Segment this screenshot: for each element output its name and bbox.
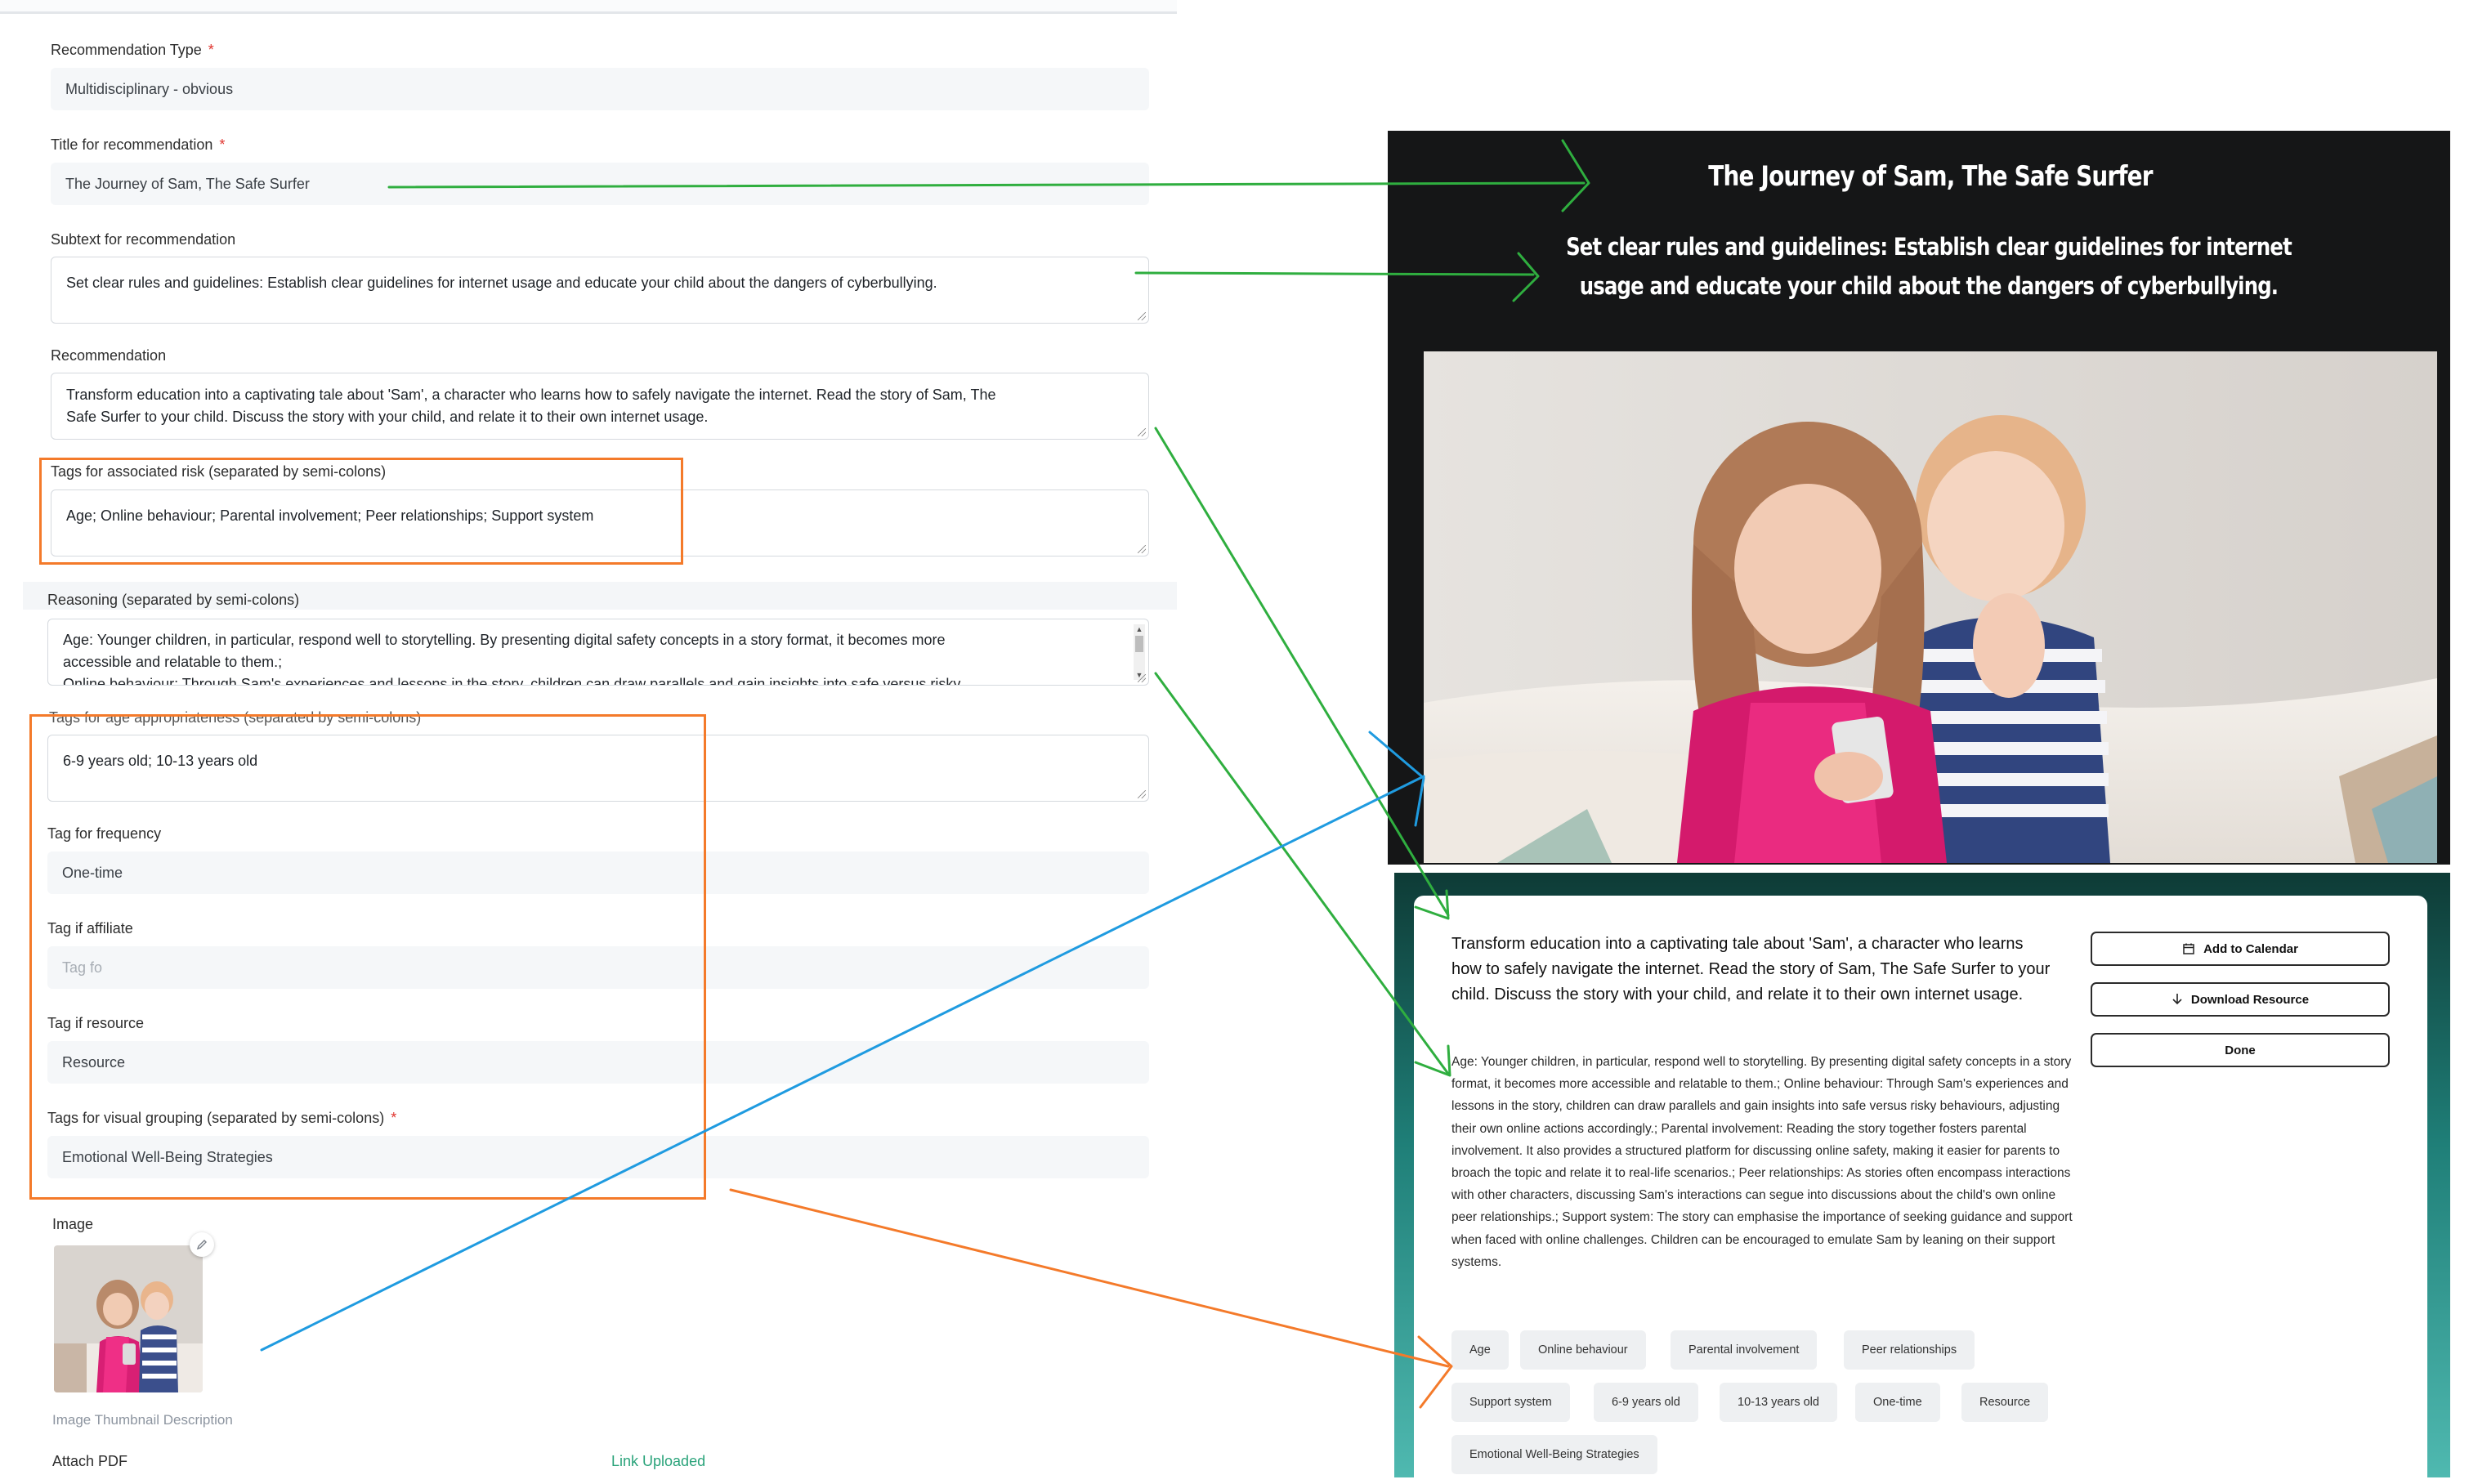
orange-arrow — [729, 1188, 1453, 1409]
blue-arrow — [260, 731, 1425, 1352]
green-arrows — [387, 139, 1590, 1077]
annotation-arrows — [260, 139, 1590, 1409]
